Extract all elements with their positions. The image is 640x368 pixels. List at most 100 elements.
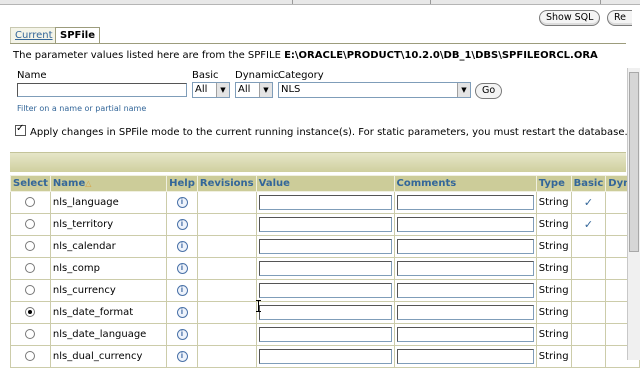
param-revisions bbox=[196, 323, 257, 346]
row-select-radio[interactable] bbox=[25, 285, 36, 295]
apply-changes-checkbox[interactable]: ✓ bbox=[15, 123, 26, 136]
dynamic-filter-select[interactable]: All ▼ bbox=[235, 82, 273, 98]
param-value-input[interactable] bbox=[258, 349, 392, 364]
apply-changes-label: Apply changes in SPFile mode to the curr… bbox=[30, 127, 628, 138]
table-row: nls_date_format i String bbox=[10, 301, 640, 324]
apply-changes-row: ✓ Apply changes in SPFile mode to the cur… bbox=[15, 123, 628, 138]
info-icon[interactable]: i bbox=[176, 240, 188, 252]
param-value-input[interactable] bbox=[258, 283, 392, 298]
basic-filter-select[interactable]: All ▼ bbox=[192, 82, 230, 98]
param-revisions bbox=[196, 213, 257, 236]
sort-ascending-icon: △ bbox=[85, 179, 92, 188]
tab-underline bbox=[10, 43, 626, 44]
param-value-input[interactable] bbox=[258, 261, 392, 276]
row-select-radio[interactable] bbox=[25, 263, 36, 273]
param-revisions bbox=[196, 301, 257, 324]
checkmark-icon: ✓ bbox=[583, 196, 594, 209]
checkmark-icon: ✓ bbox=[583, 218, 594, 231]
row-select-radio[interactable] bbox=[25, 307, 36, 317]
name-filter-input[interactable] bbox=[17, 83, 187, 97]
param-name: nls_language bbox=[49, 191, 168, 214]
param-revisions bbox=[196, 279, 257, 302]
go-button[interactable]: Go bbox=[475, 83, 503, 99]
text-cursor-icon bbox=[256, 300, 261, 312]
param-comment-input[interactable] bbox=[396, 239, 534, 254]
filter-hint: Filter on a name or partial name bbox=[17, 104, 147, 113]
category-filter-value: NLS bbox=[281, 84, 301, 95]
category-filter-label: Category bbox=[278, 70, 324, 81]
table-row: nls_calendar i String bbox=[10, 235, 640, 258]
col-header-help: Help bbox=[166, 175, 198, 192]
param-type: String bbox=[535, 279, 572, 302]
row-select-radio[interactable] bbox=[25, 219, 36, 229]
table-row: nls_language i String ✓ bbox=[10, 191, 640, 214]
param-revisions bbox=[196, 345, 257, 368]
table-row: nls_currency i String bbox=[10, 279, 640, 302]
param-revisions bbox=[196, 235, 257, 258]
param-revisions bbox=[196, 257, 257, 280]
scrollbar-thumb[interactable] bbox=[629, 72, 639, 252]
table-action-bar bbox=[10, 152, 626, 172]
info-icon[interactable]: i bbox=[176, 196, 188, 208]
param-comment-input[interactable] bbox=[396, 327, 534, 342]
col-header-revisions: Revisions bbox=[196, 175, 257, 192]
checkmark-icon: ✓ bbox=[16, 123, 25, 134]
param-comment-input[interactable] bbox=[396, 349, 534, 364]
param-value-input[interactable] bbox=[258, 327, 392, 342]
param-type: String bbox=[535, 323, 572, 346]
param-comment-input[interactable] bbox=[396, 261, 534, 276]
param-comment-input[interactable] bbox=[396, 283, 534, 298]
col-header-name[interactable]: Name△ bbox=[49, 175, 168, 192]
param-value-input[interactable] bbox=[258, 305, 392, 320]
row-select-radio[interactable] bbox=[25, 329, 36, 339]
param-value-input[interactable] bbox=[258, 217, 392, 232]
col-header-comments: Comments bbox=[393, 175, 537, 192]
tab-current[interactable]: Current bbox=[10, 27, 58, 43]
param-comment-input[interactable] bbox=[396, 305, 534, 320]
param-revisions bbox=[196, 191, 257, 214]
param-value-input[interactable] bbox=[258, 239, 392, 254]
table-row: nls_comp i String bbox=[10, 257, 640, 280]
tab-spfile[interactable]: SPFile bbox=[55, 27, 100, 44]
param-name: nls_territory bbox=[49, 213, 168, 236]
chevron-down-icon: ▼ bbox=[457, 83, 470, 97]
param-name: nls_dual_currency bbox=[49, 345, 168, 368]
chevron-down-icon: ▼ bbox=[259, 83, 272, 97]
parameters-table: Select Name△ Help Revisions Value Commen… bbox=[10, 175, 640, 368]
col-header-type: Type bbox=[535, 175, 572, 192]
row-select-radio[interactable] bbox=[25, 197, 36, 207]
col-header-basic: Basic bbox=[570, 175, 607, 192]
col-header-name-label: Name bbox=[52, 178, 86, 189]
table-row: nls_territory i String ✓ bbox=[10, 213, 640, 236]
basic-filter-value: All bbox=[195, 84, 208, 95]
param-name: nls_date_format bbox=[49, 301, 168, 324]
info-icon[interactable]: i bbox=[176, 306, 188, 318]
col-header-select: Select bbox=[10, 175, 51, 192]
param-type: String bbox=[535, 213, 572, 236]
param-value-input[interactable] bbox=[258, 195, 392, 210]
table-row: nls_dual_currency i String bbox=[10, 345, 640, 368]
param-comment-input[interactable] bbox=[396, 195, 534, 210]
info-icon[interactable]: i bbox=[176, 350, 188, 362]
name-filter-label: Name bbox=[17, 70, 47, 81]
col-header-value: Value bbox=[255, 175, 395, 192]
info-icon[interactable]: i bbox=[176, 328, 188, 340]
spfile-path: E:\ORACLE\PRODUCT\10.2.0\DB_1\DBS\SPFILE… bbox=[284, 50, 598, 61]
show-sql-button[interactable]: Show SQL bbox=[539, 10, 601, 26]
category-filter-select[interactable]: NLS ▼ bbox=[278, 82, 471, 98]
vertical-scrollbar[interactable] bbox=[627, 68, 640, 360]
basic-filter-label: Basic bbox=[192, 70, 219, 81]
dynamic-filter-value: All bbox=[238, 84, 251, 95]
revert-button[interactable]: Re bbox=[607, 10, 633, 26]
param-name: nls_comp bbox=[49, 257, 168, 280]
param-comment-input[interactable] bbox=[396, 217, 534, 232]
info-icon[interactable]: i bbox=[176, 284, 188, 296]
info-icon[interactable]: i bbox=[176, 218, 188, 230]
param-type: String bbox=[535, 257, 572, 280]
table-row: nls_date_language i String bbox=[10, 323, 640, 346]
param-type: String bbox=[535, 345, 572, 368]
row-select-radio[interactable] bbox=[25, 241, 36, 251]
chevron-down-icon: ▼ bbox=[216, 83, 229, 97]
info-icon[interactable]: i bbox=[176, 262, 188, 274]
param-name: nls_date_language bbox=[49, 323, 168, 346]
